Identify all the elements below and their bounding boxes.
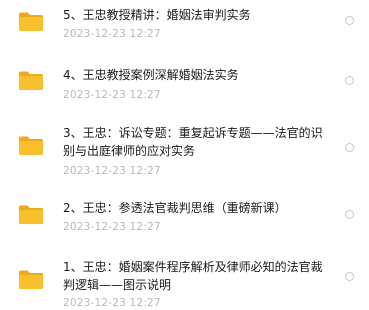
folder-icon xyxy=(18,70,44,91)
folder-icon xyxy=(18,135,44,156)
file-row[interactable]: 2、王忠：参透法官裁判思维（重磅新课） 2023-12-23 12:27 xyxy=(0,192,369,247)
file-name: 4、王忠教授案例深解婚姻法实务 xyxy=(63,68,239,82)
radio-circle-icon[interactable] xyxy=(345,143,354,152)
folder-icon xyxy=(18,11,44,32)
file-name: 1、王忠：婚姻案件程序解析及律师必知的法官裁判逻辑——图示说明 xyxy=(63,260,323,292)
file-date: 2023-12-23 12:27 xyxy=(63,165,161,177)
folder-icon xyxy=(18,204,44,225)
file-name: 2、王忠：参透法官裁判思维（重磅新课） xyxy=(63,201,287,215)
file-row[interactable]: 3、王忠：诉讼专题：重复起诉专题——法官的识别与出庭律师的应对实务 2023-1… xyxy=(0,118,369,188)
file-name: 5、王忠教授精讲：婚姻法审判实务 xyxy=(63,8,251,22)
file-list: 5、王忠教授精讲：婚姻法审判实务 2023-12-23 12:27 4、王忠教授… xyxy=(0,0,369,310)
file-row[interactable]: 5、王忠教授精讲：婚姻法审判实务 2023-12-23 12:27 xyxy=(0,0,369,50)
file-date: 2023-12-23 12:27 xyxy=(63,89,161,101)
radio-circle-icon[interactable] xyxy=(345,16,354,25)
file-date: 2023-12-23 12:27 xyxy=(63,28,161,40)
file-date: 2023-12-23 12:27 xyxy=(63,297,161,309)
radio-circle-icon[interactable] xyxy=(345,210,354,219)
file-date: 2023-12-23 12:27 xyxy=(63,221,161,233)
file-row[interactable]: 4、王忠教授案例深解婚姻法实务 2023-12-23 12:27 xyxy=(0,55,369,110)
folder-icon xyxy=(18,269,44,290)
file-name: 3、王忠：诉讼专题：重复起诉专题——法官的识别与出庭律师的应对实务 xyxy=(63,126,323,158)
file-row[interactable]: 1、王忠：婚姻案件程序解析及律师必知的法官裁判逻辑——图示说明 2023-12-… xyxy=(0,250,369,310)
radio-circle-icon[interactable] xyxy=(345,76,354,85)
radio-circle-icon[interactable] xyxy=(345,272,354,281)
